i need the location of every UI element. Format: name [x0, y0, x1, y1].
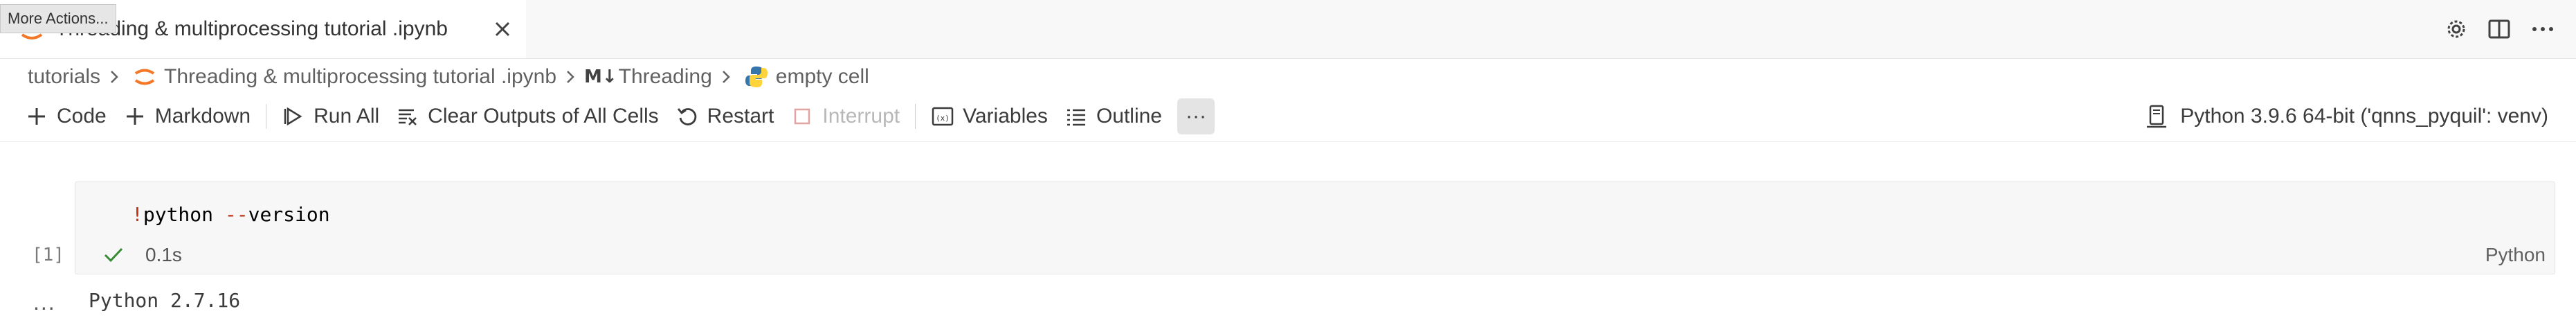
cell-code-editor[interactable]: !python --version: [131, 201, 330, 229]
ellipsis-icon: ···: [1186, 105, 1206, 128]
variables-icon: (x): [932, 107, 954, 126]
chevron-right-icon: [567, 71, 574, 83]
toolbar-divider-line: [0, 141, 2576, 142]
variables-button[interactable]: (x) Variables: [923, 98, 1056, 134]
svg-text:(x): (x): [936, 114, 950, 123]
outline-button[interactable]: Outline: [1056, 98, 1170, 134]
notebook-toolbar: Code Markdown Run All Clear Outputs of A…: [17, 98, 1215, 134]
stop-icon: [795, 108, 810, 125]
add-code-label: Code: [57, 105, 107, 128]
run-all-button[interactable]: Run All: [273, 98, 388, 134]
breadcrumb-item-tutorials[interactable]: tutorials: [28, 65, 100, 89]
markdown-icon: M↓: [584, 67, 617, 87]
jupyter-icon: [134, 69, 155, 85]
code-cell[interactable]: [75, 182, 2555, 274]
restart-button[interactable]: Restart: [667, 98, 783, 134]
breadcrumb-item-empty-cell[interactable]: empty cell: [776, 65, 869, 89]
interrupt-label: Interrupt: [822, 105, 900, 128]
code-token-flag: version: [248, 203, 330, 226]
clear-outputs-label: Clear Outputs of All Cells: [428, 105, 659, 128]
add-markdown-label: Markdown: [154, 105, 251, 128]
add-code-cell-button[interactable]: Code: [17, 98, 115, 134]
gear-icon[interactable]: [2442, 15, 2470, 43]
plus-icon: [28, 108, 45, 125]
run-all-icon: [284, 107, 302, 126]
code-token-command: python: [143, 203, 225, 226]
python-icon: [745, 67, 768, 87]
chevron-right-icon: [111, 71, 118, 83]
restart-icon: [677, 108, 696, 125]
breadcrumb-item-threading[interactable]: Threading: [619, 65, 712, 89]
run-all-label: Run All: [314, 105, 380, 128]
interrupt-button[interactable]: Interrupt: [782, 98, 908, 134]
cell-language-picker[interactable]: Python: [2485, 243, 2546, 267]
more-actions-icon[interactable]: [2529, 15, 2557, 43]
kernel-picker[interactable]: Python 3.9.6 64-bit ('qnns_pyquil': venv…: [2144, 98, 2548, 134]
add-markdown-cell-button[interactable]: Markdown: [115, 98, 259, 134]
toolbar-divider: [915, 104, 916, 129]
plus-icon: [126, 108, 143, 125]
execution-duration: 0.1s: [145, 244, 182, 265]
list-icon: [1067, 109, 1085, 126]
more-toolbar-actions-button[interactable]: ···: [1177, 98, 1215, 134]
check-icon: [104, 247, 123, 263]
cell-output: Python 2.7.16: [89, 289, 241, 312]
close-icon[interactable]: [489, 15, 516, 43]
code-token-flag-operator: --: [224, 203, 248, 226]
more-actions-tooltip: More Actions...: [0, 4, 116, 33]
split-editor-icon[interactable]: [2485, 15, 2513, 43]
breadcrumb: tutorials Threading & multiprocessing tu…: [28, 61, 869, 93]
variables-label: Variables: [963, 105, 1048, 128]
execution-count: [1]: [32, 245, 64, 265]
kernel-label: Python 3.9.6 64-bit ('qnns_pyquil': venv…: [2180, 105, 2548, 128]
outline-label: Outline: [1096, 105, 1162, 128]
clear-outputs-button[interactable]: Clear Outputs of All Cells: [388, 98, 666, 134]
chevron-right-icon: [722, 71, 730, 83]
restart-label: Restart: [707, 105, 774, 128]
server-environment-icon: [2147, 105, 2167, 128]
code-token-bang: !: [131, 203, 143, 226]
clear-all-icon: [399, 109, 417, 125]
output-more-actions-button[interactable]: ...: [33, 290, 56, 315]
breadcrumb-item-notebook[interactable]: Threading & multiprocessing tutorial .ip…: [164, 65, 556, 89]
